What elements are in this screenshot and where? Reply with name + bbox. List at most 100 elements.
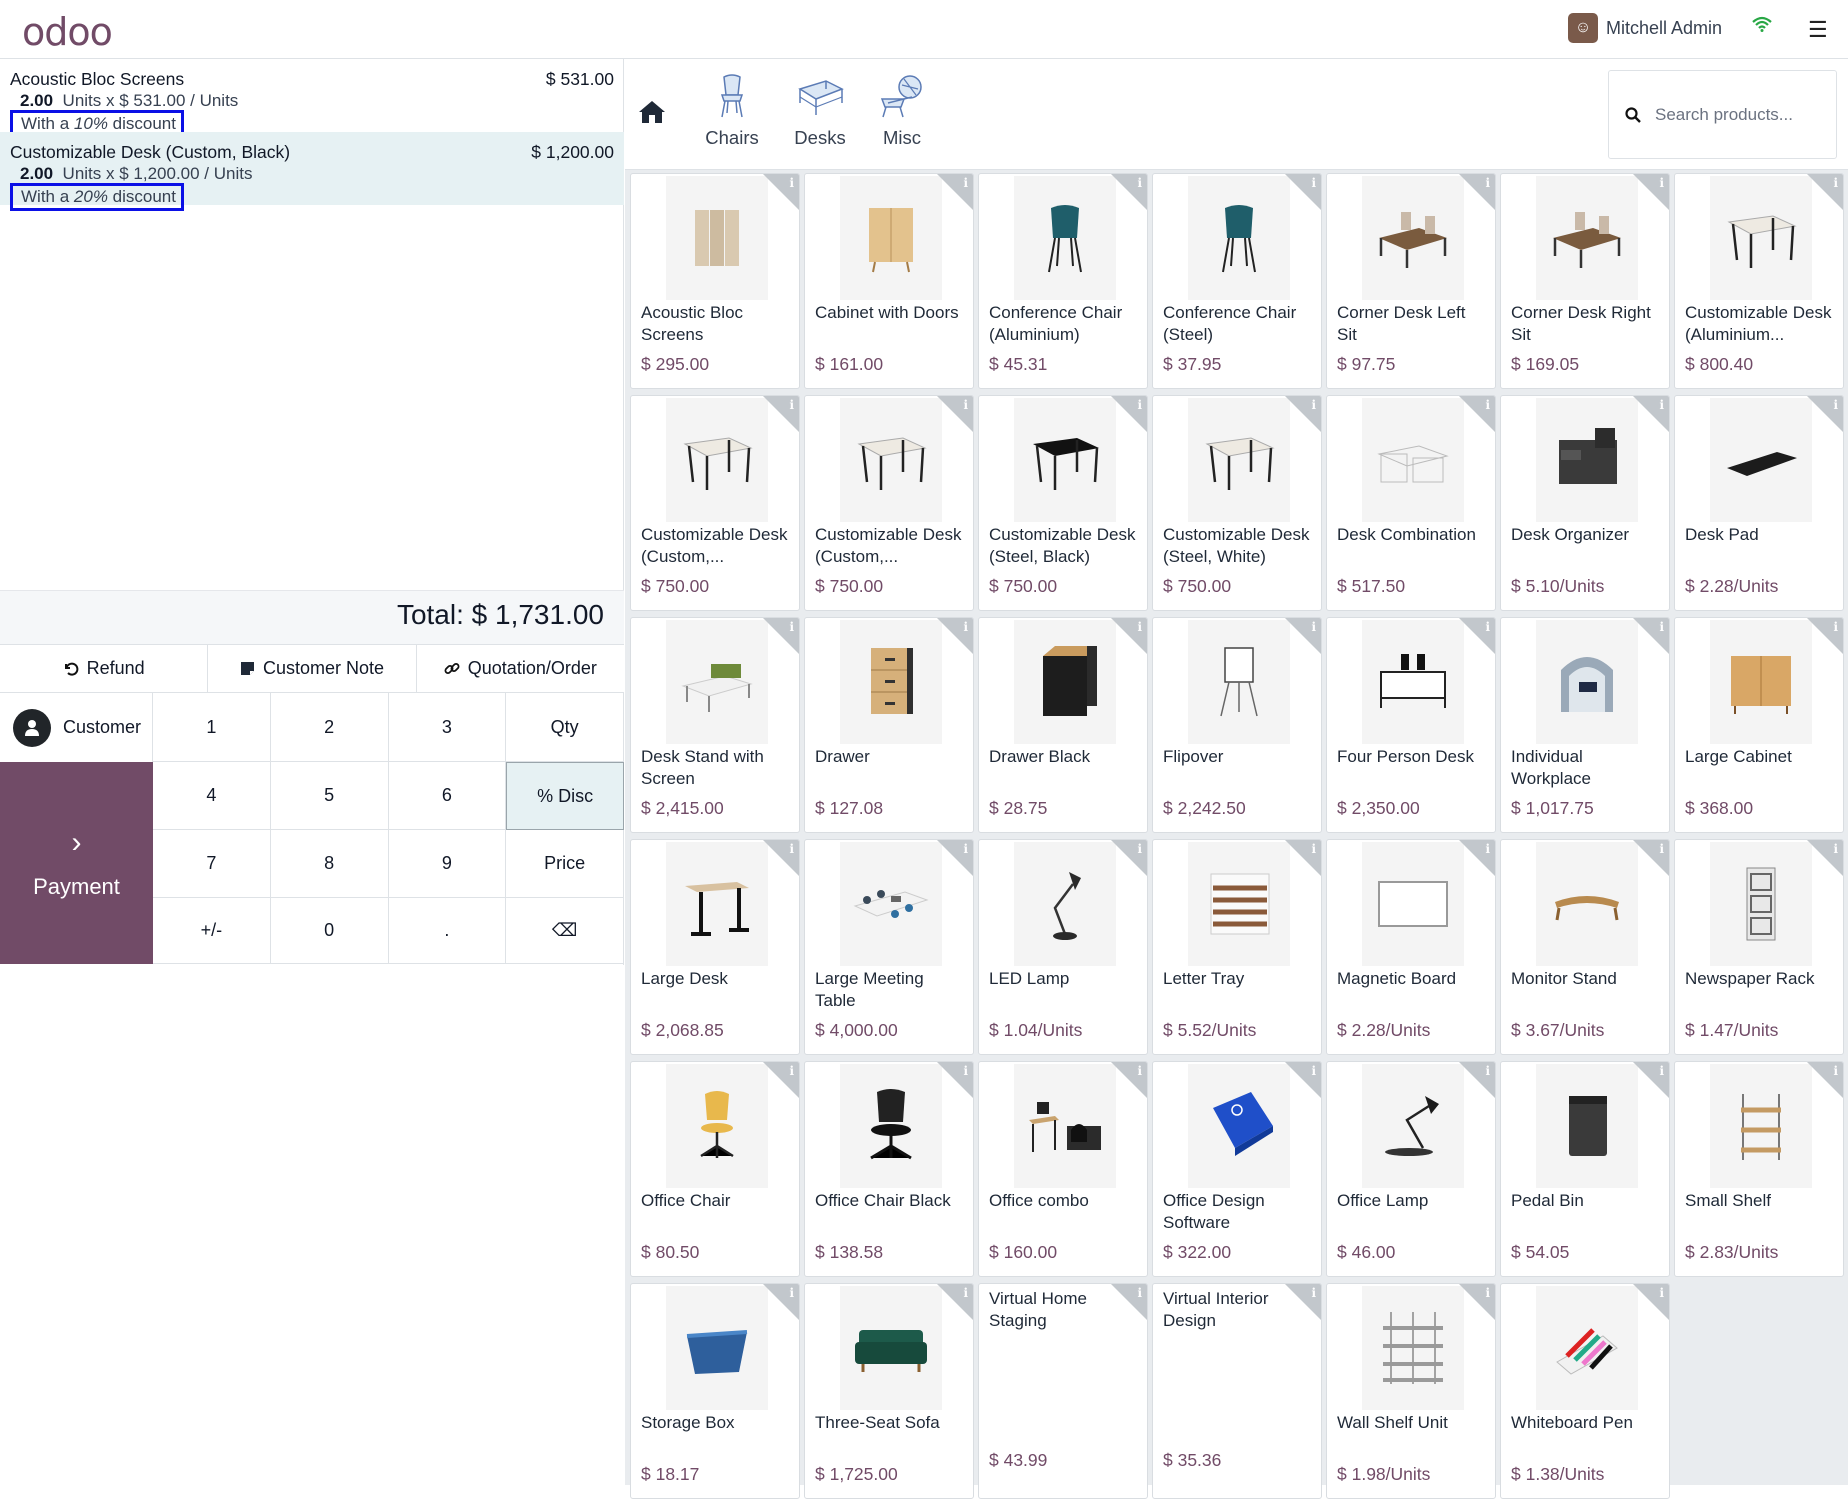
product-card[interactable]: i Cabinet with Doors $ 161.00 (804, 173, 974, 389)
product-card[interactable]: i Magnetic Board $ 2.28/Units (1326, 839, 1496, 1055)
info-icon[interactable]: i (1137, 620, 1142, 634)
info-icon[interactable]: i (1659, 176, 1664, 190)
product-card[interactable]: i Letter Tray $ 5.52/Units (1152, 839, 1322, 1055)
product-card[interactable]: i Large Cabinet $ 368.00 (1674, 617, 1844, 833)
product-card[interactable]: i Customizable Desk (Custom,... $ 750.00 (630, 395, 800, 611)
user-menu[interactable]: ☺ Mitchell Admin (1568, 13, 1722, 43)
product-card[interactable]: i Office Chair $ 80.50 (630, 1061, 800, 1277)
info-icon[interactable]: i (963, 620, 968, 634)
product-card[interactable]: i Customizable Desk (Aluminium... $ 800.40 (1674, 173, 1844, 389)
numpad-key[interactable]: 2 (270, 693, 389, 762)
info-icon[interactable]: i (1137, 842, 1142, 856)
info-icon[interactable]: i (963, 176, 968, 190)
numpad-key[interactable]: 0 (270, 898, 389, 964)
product-card[interactable]: i Corner Desk Right Sit $ 169.05 (1500, 173, 1670, 389)
numpad-key[interactable]: 3 (388, 693, 507, 762)
product-card[interactable]: i Conference Chair (Steel) $ 37.95 (1152, 173, 1322, 389)
info-icon[interactable]: i (963, 1286, 968, 1300)
info-icon[interactable]: i (1485, 176, 1490, 190)
product-card[interactable]: i Drawer $ 127.08 (804, 617, 974, 833)
info-icon[interactable]: i (1833, 1064, 1838, 1078)
payment-button[interactable]: › Payment (0, 762, 153, 964)
info-icon[interactable]: i (1659, 1286, 1664, 1300)
numpad-key[interactable]: 8 (270, 830, 389, 898)
numpad-key[interactable]: 5 (270, 762, 389, 830)
info-icon[interactable]: i (789, 1064, 794, 1078)
numpad-key[interactable]: 4 (153, 762, 271, 830)
odoo-logo[interactable]: odoo (22, 10, 113, 54)
product-card[interactable]: i Customizable Desk (Custom,... $ 750.00 (804, 395, 974, 611)
product-card[interactable]: i Large Desk $ 2,068.85 (630, 839, 800, 1055)
product-card[interactable]: i Virtual Interior Design $ 35.36 (1152, 1283, 1322, 1499)
info-icon[interactable]: i (1485, 1286, 1490, 1300)
category-chairs[interactable]: Chairs (687, 73, 777, 149)
product-card[interactable]: i Large Meeting Table $ 4,000.00 (804, 839, 974, 1055)
numpad-key[interactable]: +/- (153, 898, 271, 964)
search-input[interactable] (1655, 104, 1815, 125)
info-icon[interactable]: i (1833, 620, 1838, 634)
order-line-selected[interactable]: Customizable Desk (Custom, Black) $ 1,20… (0, 132, 624, 211)
product-card[interactable]: i Acoustic Bloc Screens $ 295.00 (630, 173, 800, 389)
product-card[interactable]: i Whiteboard Pen $ 1.38/Units (1500, 1283, 1670, 1499)
product-card[interactable]: i LED Lamp $ 1.04/Units (978, 839, 1148, 1055)
product-card[interactable]: i Office Lamp $ 46.00 (1326, 1061, 1496, 1277)
product-card[interactable]: i Desk Stand with Screen $ 2,415.00 (630, 617, 800, 833)
info-icon[interactable]: i (1485, 842, 1490, 856)
product-card[interactable]: i Office Chair Black $ 138.58 (804, 1061, 974, 1277)
info-icon[interactable]: i (1311, 1064, 1316, 1078)
numpad-key[interactable]: ⌫ (506, 898, 624, 964)
menu-icon[interactable]: ☰ (1808, 17, 1828, 43)
info-icon[interactable]: i (1659, 1064, 1664, 1078)
product-card[interactable]: i Desk Pad $ 2.28/Units (1674, 395, 1844, 611)
info-icon[interactable]: i (1659, 620, 1664, 634)
info-icon[interactable]: i (1659, 398, 1664, 412)
info-icon[interactable]: i (1137, 176, 1142, 190)
info-icon[interactable]: i (1659, 842, 1664, 856)
product-card[interactable]: i Flipover $ 2,242.50 (1152, 617, 1322, 833)
info-icon[interactable]: i (1311, 176, 1316, 190)
numpad-key[interactable]: Qty (506, 693, 624, 762)
wifi-icon[interactable] (1752, 16, 1772, 32)
info-icon[interactable]: i (1311, 398, 1316, 412)
product-card[interactable]: i Office Design Software $ 322.00 (1152, 1061, 1322, 1277)
product-card[interactable]: i Office combo $ 160.00 (978, 1061, 1148, 1277)
refund-button[interactable]: Refund (0, 645, 209, 692)
info-icon[interactable]: i (1311, 842, 1316, 856)
info-icon[interactable]: i (1137, 1064, 1142, 1078)
info-icon[interactable]: i (963, 398, 968, 412)
category-desks[interactable]: Desks (775, 73, 865, 149)
product-card[interactable]: i Wall Shelf Unit $ 1.98/Units (1326, 1283, 1496, 1499)
numpad-key[interactable]: 1 (153, 693, 271, 762)
product-card[interactable]: i Customizable Desk (Steel, Black) $ 750.0… (978, 395, 1148, 611)
numpad-key[interactable]: 9 (388, 830, 507, 898)
info-icon[interactable]: i (1485, 398, 1490, 412)
info-icon[interactable]: i (1833, 398, 1838, 412)
info-icon[interactable]: i (1833, 176, 1838, 190)
info-icon[interactable]: i (963, 842, 968, 856)
info-icon[interactable]: i (789, 1286, 794, 1300)
product-card[interactable]: i Drawer Black $ 28.75 (978, 617, 1148, 833)
product-card[interactable]: i Pedal Bin $ 54.05 (1500, 1061, 1670, 1277)
numpad-key[interactable]: 6 (388, 762, 507, 830)
customer-note-button[interactable]: Customer Note (208, 645, 417, 692)
numpad-key[interactable]: 7 (153, 830, 271, 898)
quotation-order-button[interactable]: Quotation/Order (416, 645, 624, 692)
info-icon[interactable]: i (1137, 398, 1142, 412)
numpad-key[interactable]: Price (506, 830, 624, 898)
product-card[interactable]: i Virtual Home Staging $ 43.99 (978, 1283, 1148, 1499)
product-card[interactable]: i Corner Desk Left Sit $ 97.75 (1326, 173, 1496, 389)
info-icon[interactable]: i (1485, 620, 1490, 634)
info-icon[interactable]: i (963, 1064, 968, 1078)
info-icon[interactable]: i (789, 620, 794, 634)
product-card[interactable]: i Newspaper Rack $ 1.47/Units (1674, 839, 1844, 1055)
product-card[interactable]: i Desk Combination $ 517.50 (1326, 395, 1496, 611)
info-icon[interactable]: i (1485, 1064, 1490, 1078)
info-icon[interactable]: i (1833, 842, 1838, 856)
order-line[interactable]: Acoustic Bloc Screens $ 531.00 2.00 Unit… (0, 59, 624, 138)
info-icon[interactable]: i (789, 176, 794, 190)
category-misc[interactable]: Misc (857, 73, 947, 149)
product-card[interactable]: i Desk Organizer $ 5.10/Units (1500, 395, 1670, 611)
home-icon[interactable] (637, 99, 667, 125)
product-card[interactable]: i Three-Seat Sofa $ 1,725.00 (804, 1283, 974, 1499)
product-card[interactable]: i Four Person Desk $ 2,350.00 (1326, 617, 1496, 833)
